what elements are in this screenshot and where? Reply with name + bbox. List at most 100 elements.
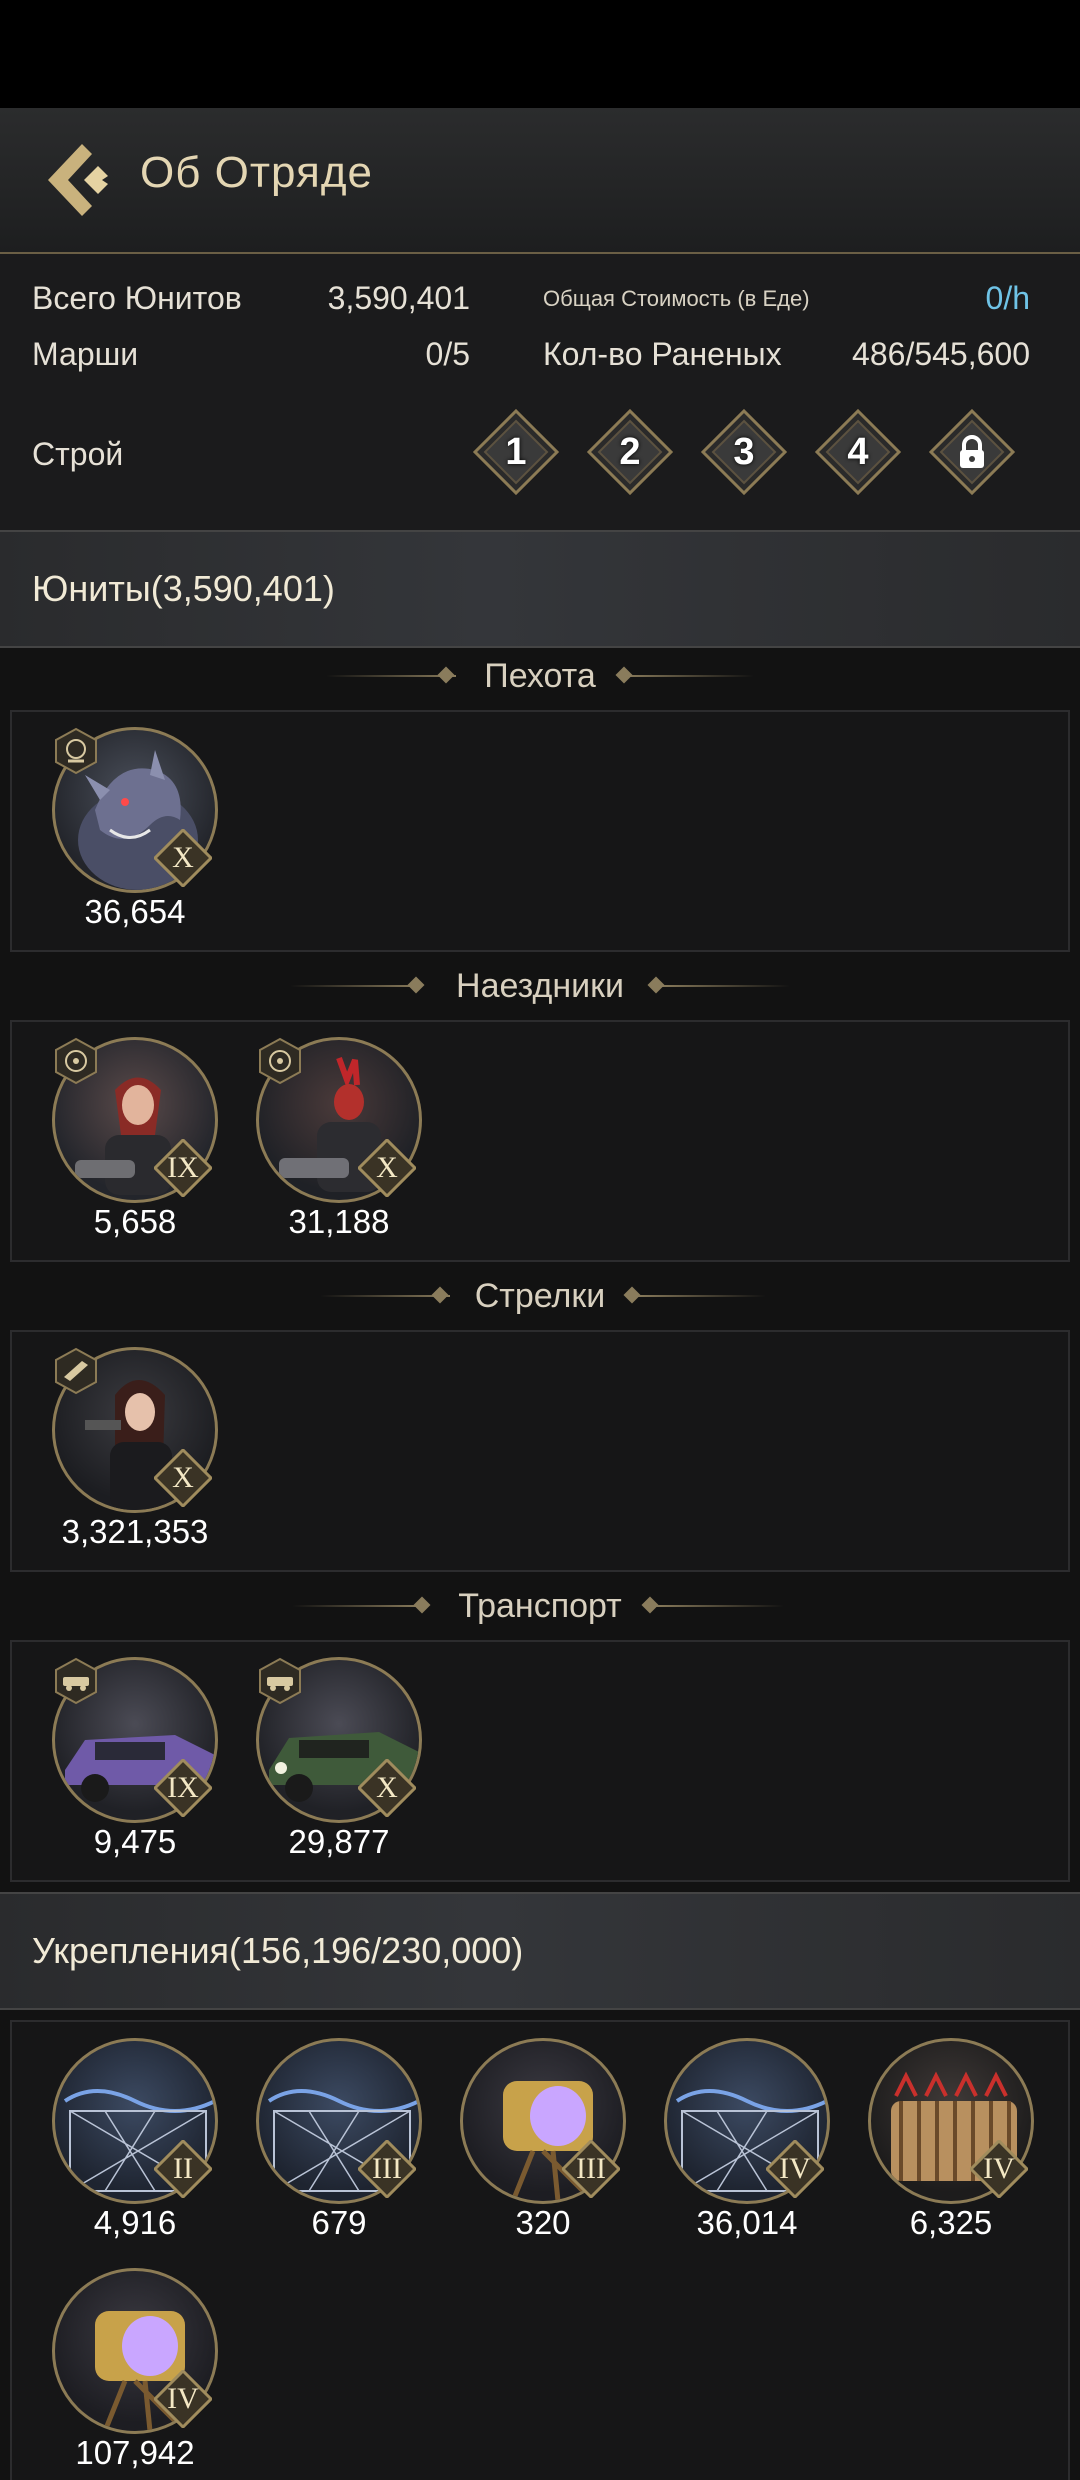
fortifications-section-title: Укрепления(156,196/230,000) [32,1930,524,1971]
category-title-transport: Транспорт [0,1581,1080,1631]
fortification-count: 320 [515,2204,571,2241]
divider-line [624,675,754,677]
fortification-count: 107,942 [75,2434,195,2471]
category-label: Транспорт [458,1587,622,1625]
divider-dot [615,666,633,684]
tier-label: X [376,1151,398,1184]
vehicle-type-icon [259,1657,301,1705]
divider-dot [413,1596,431,1614]
formation-label: Строй [32,436,124,472]
total-units-value: 3,590,401 [327,280,470,316]
tier-badge: IX [154,1759,212,1817]
category-title-infantry: Пехота [0,651,1080,701]
category-label: Пехота [484,657,596,695]
unit-card[interactable]: X 3,321,353 [52,1347,222,1557]
marches-label: Марши [32,336,139,372]
back-button[interactable] [36,136,116,224]
total-units-label: Всего Юнитов [32,280,242,316]
wounded-label: Кол-во Раненых [543,336,782,372]
fortification-card[interactable]: IV 6,325 [868,2038,1038,2248]
tier-label: IV [167,2382,199,2415]
unit-count: 3,321,353 [61,1513,209,1550]
header: Об Отряде [0,108,1080,254]
tier-badge: X [154,1449,212,1507]
back-arrow-icon [48,144,108,216]
tier-label: X [376,1771,398,1804]
fortification-count: 36,014 [696,2204,798,2241]
divider-line [636,1295,766,1297]
unit-count: 5,658 [93,1203,177,1240]
unit-count: 29,877 [288,1823,390,1860]
formation-number: 3 [733,431,755,473]
fortification-count: 4,916 [93,2204,177,2241]
tier-label: II [173,2152,193,2185]
fortification-card[interactable]: IV 36,014 [664,2038,834,2248]
tier-badge: III [562,2140,620,2198]
tier-badge: III [358,2140,416,2198]
category-label: Стрелки [474,1277,606,1315]
riders-panel: IX 5,658 X 31,188 [10,1020,1070,1262]
page-title: Об Отряде [140,148,373,197]
rider-type-icon [259,1037,301,1085]
unit-card[interactable]: X 36,654 [52,727,222,937]
shooter-type-icon [55,1347,97,1395]
status-bar [0,0,1080,108]
unit-count: 36,654 [84,893,186,930]
marches-value: 0/5 [425,336,470,372]
divider-dot [407,976,425,994]
formation-slot-1[interactable]: 1 [473,409,559,495]
tier-label: III [372,2152,402,2185]
wounded-value: 486/545,600 [852,336,1030,372]
tier-label: IV [779,2152,811,2185]
fortification-card[interactable]: II 4,916 [52,2038,222,2248]
unit-count: 31,188 [288,1203,390,1240]
divider-line [326,675,456,677]
tier-badge: X [358,1759,416,1817]
divider-line [292,1605,422,1607]
formation-number: 1 [505,431,527,473]
formation-slot-locked[interactable] [929,409,1015,495]
infantry-panel: X 36,654 [10,710,1070,952]
summary-panel: Всего Юнитов 3,590,401 Общая Стоимость (… [0,254,1080,530]
divider-line [660,985,790,987]
unit-card[interactable]: IX 9,475 [52,1657,222,1867]
tier-label: IX [167,1151,199,1184]
total-cost-value: 0/h [985,280,1030,316]
formation-slot-2[interactable]: 2 [587,409,673,495]
total-cost-label: Общая Стоимость (в Еде) [543,286,810,311]
fortifications-panel: II 4,916 III 679 III 320 IV 36,014 IV 6,… [10,2020,1070,2480]
divider-dot [437,666,455,684]
fortification-count: 679 [311,2204,367,2241]
tier-label: IX [167,1771,199,1804]
category-label: Наездники [456,967,624,1005]
units-section-header: Юниты(3,590,401) [0,530,1080,648]
tier-badge: X [358,1139,416,1197]
tier-label: III [576,2152,606,2185]
formation-number: 2 [619,431,641,473]
fortification-card[interactable]: III 320 [460,2038,630,2248]
divider-line [290,985,420,987]
vehicle-type-icon [55,1657,97,1705]
tier-label: X [172,841,194,874]
transport-panel: IX 9,475 X 29,877 [10,1640,1070,1882]
tier-badge: IV [154,2370,212,2428]
fortification-card[interactable]: III 679 [256,2038,426,2248]
fortification-card[interactable]: IV 107,942 [52,2268,222,2478]
lock-icon [929,409,1015,495]
divider-line [320,1295,450,1297]
rider-type-icon [55,1037,97,1085]
unit-count: 9,475 [93,1823,177,1860]
tier-badge: IX [154,1139,212,1197]
tier-badge: II [154,2140,212,2198]
divider-dot [431,1286,449,1304]
unit-card[interactable]: IX 5,658 [52,1037,222,1247]
unit-card[interactable]: X 31,188 [256,1037,426,1247]
fortification-count: 6,325 [909,2204,993,2241]
fortifications-section-header: Укрепления(156,196/230,000) [0,1892,1080,2010]
unit-card[interactable]: X 29,877 [256,1657,426,1867]
formation-slot-3[interactable]: 3 [701,409,787,495]
formation-slot-4[interactable]: 4 [815,409,901,495]
infantry-type-icon [55,727,97,775]
tier-badge: IV [766,2140,824,2198]
shooters-panel: X 3,321,353 [10,1330,1070,1572]
